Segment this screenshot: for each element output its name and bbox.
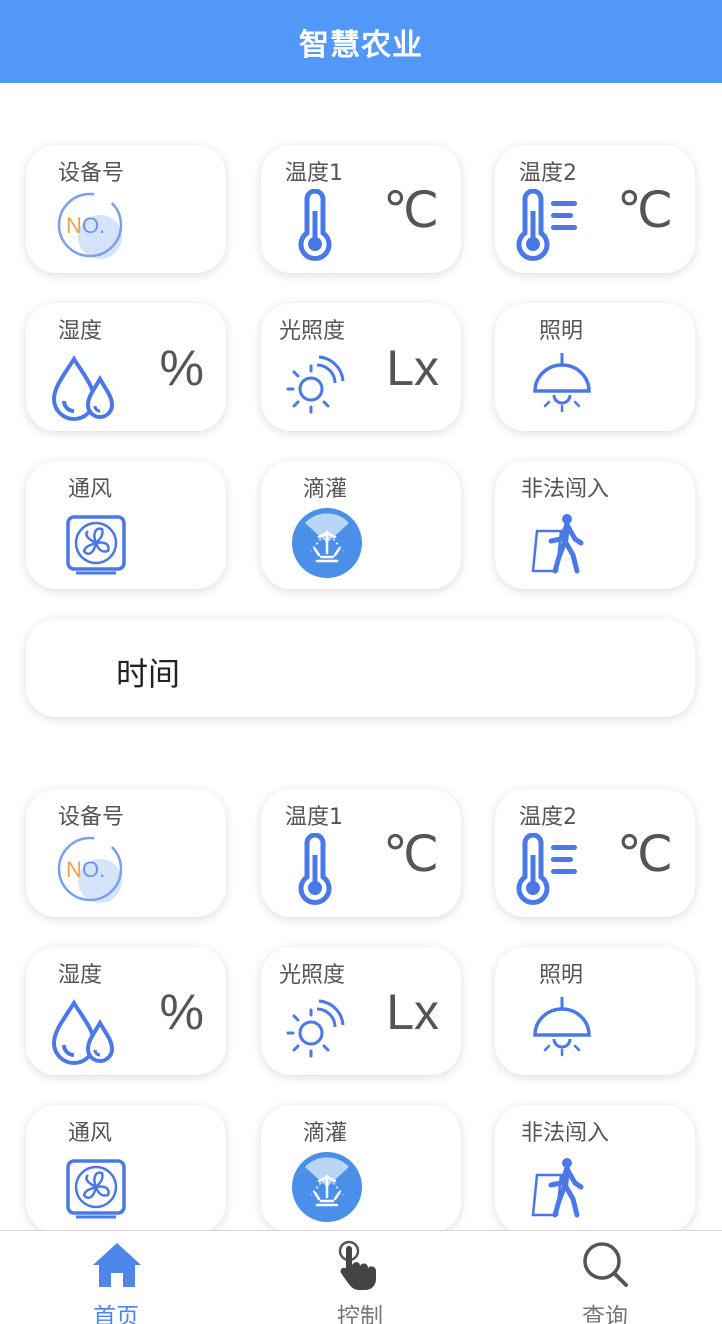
fan-icon	[64, 513, 128, 577]
hand-pointer-icon	[338, 1240, 376, 1290]
device-number-label: 设备号	[58, 161, 125, 186]
drip-irrigation-card[interactable]: 滴灌	[261, 1105, 461, 1230]
lighting-label: 照明	[539, 319, 584, 344]
thermometer-icon	[293, 189, 337, 261]
humidity-card[interactable]: 湿度 %	[26, 303, 226, 431]
time-card: 时间	[26, 619, 695, 717]
humidity-unit: %	[159, 984, 204, 1040]
drip-irrigation-card[interactable]: 滴灌	[261, 461, 461, 589]
sun-icon	[283, 995, 349, 1061]
temperature-1-label: 温度1	[285, 805, 343, 830]
light-level-card[interactable]: 光照度 Lx	[261, 303, 461, 431]
humidity-unit: %	[159, 340, 204, 396]
ventilation-card[interactable]: 通风	[26, 461, 226, 589]
bottom-tab-bar: 首页 控制 查询	[0, 1230, 722, 1324]
home-icon	[93, 1243, 141, 1287]
temperature-2-label: 温度2	[519, 805, 577, 830]
device-number-label: 设备号	[58, 805, 125, 830]
thermometer-lines-icon	[515, 189, 581, 261]
humidity-label: 湿度	[58, 963, 103, 988]
search-icon	[583, 1242, 628, 1287]
light-level-unit: Lx	[386, 340, 439, 396]
lighting-card[interactable]: 照明	[495, 947, 695, 1075]
light-level-card[interactable]: 光照度 Lx	[261, 947, 461, 1075]
lighting-label: 照明	[539, 963, 584, 988]
temperature-1-card[interactable]: 温度1 ℃	[261, 789, 461, 917]
ceiling-lamp-icon	[529, 351, 595, 417]
no-badge-icon	[56, 835, 128, 907]
temperature-2-card[interactable]: 温度2 ℃	[495, 145, 695, 273]
tab-query[interactable]: 查询	[535, 1231, 675, 1324]
dashboard-scroll-area[interactable]: 设备号 温度1 ℃ 温度2 ℃ 湿度 % 光照度 Lx 照明 通风 滴灌 非法闯…	[0, 83, 722, 1230]
intrusion-label: 非法闯入	[521, 477, 610, 502]
temperature-1-label: 温度1	[285, 161, 343, 186]
humidity-label: 湿度	[58, 319, 103, 344]
ventilation-card[interactable]: 通风	[26, 1105, 226, 1230]
light-level-unit: Lx	[386, 984, 439, 1040]
intrusion-card[interactable]: 非法闯入	[495, 1105, 695, 1230]
tab-control[interactable]: 控制	[290, 1231, 430, 1324]
temperature-1-unit: ℃	[382, 182, 439, 238]
device-number-card[interactable]: 设备号	[26, 145, 226, 273]
tab-control-label: 控制	[337, 1304, 383, 1324]
time-label: 时间	[116, 655, 181, 693]
temperature-1-card[interactable]: 温度1 ℃	[261, 145, 461, 273]
temperature-2-label: 温度2	[519, 161, 577, 186]
drip-irrigation-label: 滴灌	[303, 477, 348, 502]
page-title: 智慧农业	[299, 27, 423, 63]
sprinkler-icon	[291, 1151, 363, 1223]
tab-query-label: 查询	[582, 1304, 628, 1324]
intrusion-label: 非法闯入	[521, 1121, 610, 1146]
temperature-2-card[interactable]: 温度2 ℃	[495, 789, 695, 917]
tab-home-label: 首页	[93, 1304, 139, 1324]
ceiling-lamp-icon	[529, 995, 595, 1061]
thermometer-lines-icon	[515, 833, 581, 905]
intrusion-card[interactable]: 非法闯入	[495, 461, 695, 589]
drip-irrigation-label: 滴灌	[303, 1121, 348, 1146]
device-number-card[interactable]: 设备号	[26, 789, 226, 917]
lighting-card[interactable]: 照明	[495, 303, 695, 431]
fan-icon	[64, 1157, 128, 1221]
temperature-2-unit: ℃	[616, 826, 673, 882]
light-level-label: 光照度	[279, 319, 346, 344]
sprinkler-icon	[291, 507, 363, 579]
humidity-card[interactable]: 湿度 %	[26, 947, 226, 1075]
water-drops-icon	[50, 997, 120, 1069]
ventilation-label: 通风	[68, 1121, 113, 1146]
light-level-label: 光照度	[279, 963, 346, 988]
sun-icon	[283, 351, 349, 417]
walking-person-icon	[527, 1155, 593, 1221]
walking-person-icon	[527, 511, 593, 577]
thermometer-icon	[293, 833, 337, 905]
ventilation-label: 通风	[68, 477, 113, 502]
temperature-2-unit: ℃	[616, 182, 673, 238]
tab-home[interactable]: 首页	[46, 1231, 186, 1324]
temperature-1-unit: ℃	[382, 826, 439, 882]
water-drops-icon	[50, 353, 120, 425]
no-badge-icon	[56, 191, 128, 263]
app-header: 智慧农业	[0, 0, 722, 83]
